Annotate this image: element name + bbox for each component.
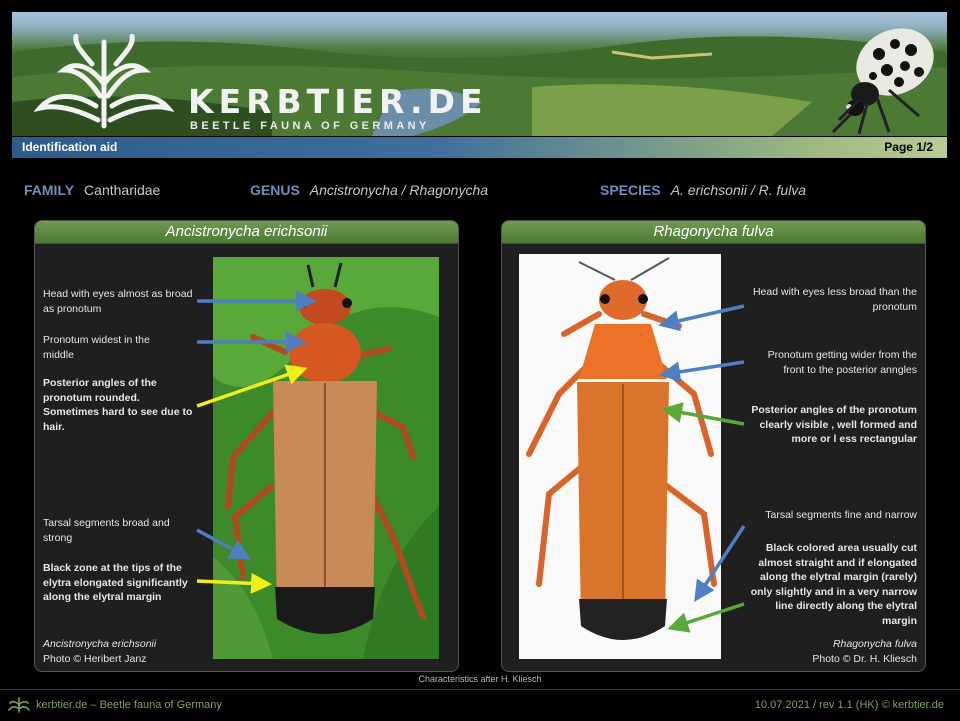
family-field: FAMILY Cantharidae [24,182,160,198]
title-bar: Identification aid Page 1/2 [12,137,947,158]
page-number: Page 1/2 [884,140,933,154]
site-tagline: BEETLE FAUNA OF GERMANY [190,120,430,132]
left-panel-title: Ancistronycha erichsonii [35,221,458,244]
arrow-pronotum [659,360,745,383]
arrow-head [658,304,745,332]
arrow-posterior-angles [661,402,745,426]
family-label: FAMILY [24,182,75,198]
site-banner: KERBTIER.DE BEETLE FAUNA OF GERMANY [12,12,947,136]
genus-field: GENUS Ancistronycha / Rhagonycha [250,182,488,198]
right-species-panel: Rhagonycha fulva Head with eyes less bro… [501,220,926,672]
family-value: Cantharidae [84,182,161,198]
arrow-posterior-angles [196,364,308,408]
arrow-black-zone [196,572,272,594]
kerbtier-logo-icon [34,34,174,129]
species-label: SPECIES [600,182,661,198]
genus-label: GENUS [250,182,300,198]
right-panel-title: Rhagonycha fulva [502,221,925,244]
site-name: KERBTIER.DE [188,82,488,121]
left-species-panel: Ancistronycha erichsonii Head with eyes … [34,220,459,672]
left-pointer-arrows [196,290,317,594]
footer-revision: 10.07.2021 / rev 1.1 (HK) © kerbtier.de [754,699,944,711]
page-footer: kerbtier.de – Beetle fauna of Germany 10… [0,689,960,721]
arrow-tarsal [196,528,252,560]
right-panel-body: Head with eyes less broad than the prono… [502,244,925,671]
species-field: SPECIES A. erichsonii / R. fulva [600,182,806,198]
kerbtier-small-logo-icon [8,697,30,713]
footer-site-link[interactable]: kerbtier.de – Beetle fauna of Germany [36,699,222,711]
characteristics-credit: Characteristics after H. Kliesch [418,674,542,684]
ladybird-beetle-image [831,28,934,135]
left-panel-body: Head with eyes almost as broad as pronot… [35,244,458,671]
arrow-black-area [667,602,745,633]
right-pointer-arrows [658,304,746,633]
genus-value: Ancistronycha / Rhagonycha [309,182,489,198]
arrow-tarsal [694,525,746,602]
page-title: Identification aid [22,140,118,154]
species-value: A. erichsonii / R. fulva [670,182,807,198]
